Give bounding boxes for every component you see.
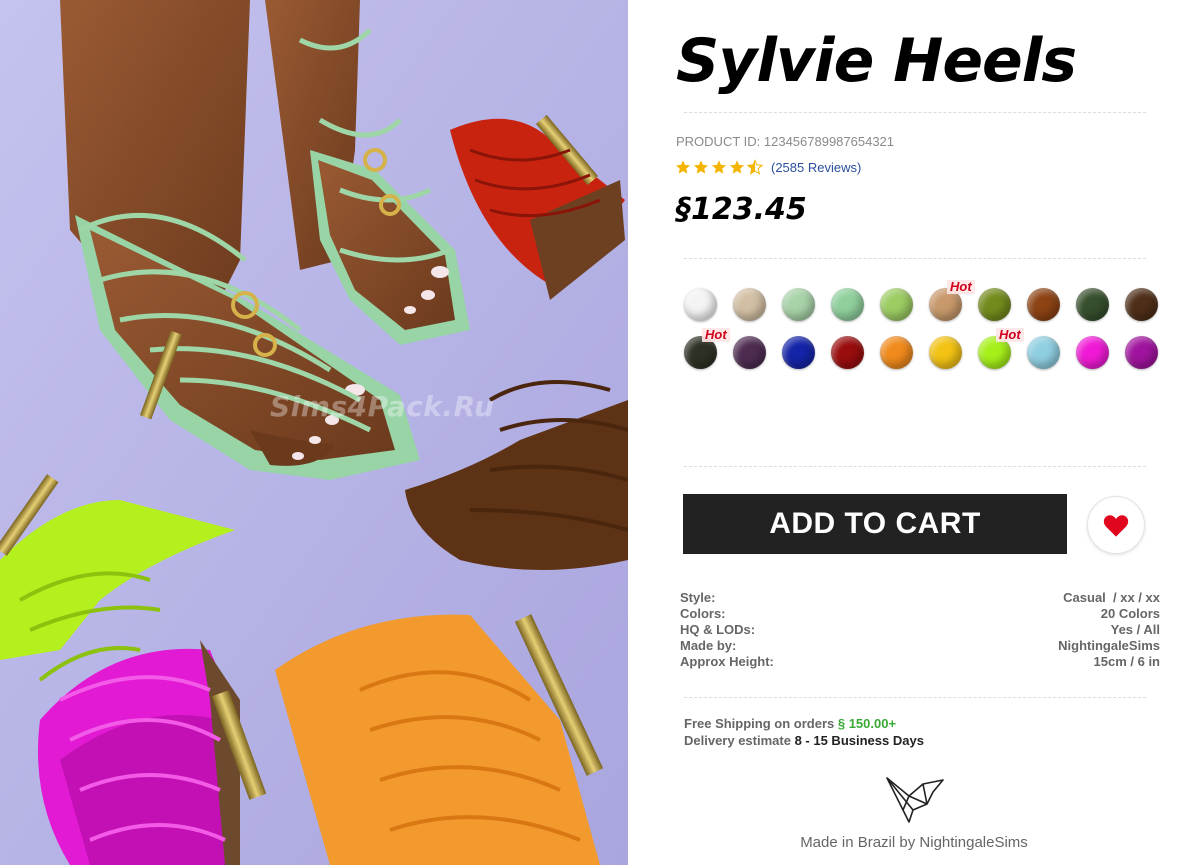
color-swatch[interactable]	[733, 336, 766, 369]
color-swatch[interactable]	[880, 336, 913, 369]
spec-value: Yes / All	[1110, 622, 1160, 637]
divider	[684, 697, 1146, 698]
spec-label: Made by:	[680, 638, 737, 653]
product-title: Sylvie Heels	[676, 26, 1077, 96]
image-watermark: Sims4Pack.Ru	[270, 390, 495, 423]
divider	[684, 466, 1146, 467]
spec-row: Colors: 20 Colors	[680, 606, 1160, 622]
color-swatch[interactable]: Hot	[684, 328, 730, 369]
hot-badge: Hot	[702, 328, 730, 342]
shipping-line: Free Shipping on orders § 150.00+	[684, 715, 924, 732]
color-swatch[interactable]	[684, 288, 717, 321]
spec-row: Style: Casual / xx / xx	[680, 590, 1160, 606]
star-icon	[711, 159, 727, 175]
color-swatch[interactable]	[831, 288, 864, 321]
spec-label: Style:	[680, 590, 716, 605]
add-to-cart-button[interactable]: ADD TO CART	[683, 494, 1067, 554]
product-illustration	[0, 0, 628, 865]
color-swatch[interactable]	[1027, 288, 1060, 321]
origami-bird-icon	[883, 774, 947, 831]
color-swatch[interactable]	[1076, 288, 1109, 321]
reviews-link[interactable]: (2585 Reviews)	[771, 160, 861, 175]
product-image: Sims4Pack.Ru	[0, 0, 628, 865]
divider	[684, 258, 1146, 259]
swatch-row: Hot Hot	[684, 328, 1164, 370]
heart-icon	[1103, 515, 1129, 537]
color-swatch[interactable]	[880, 288, 913, 321]
spec-label: HQ & LODs:	[680, 622, 756, 637]
spec-label: Approx Height:	[680, 654, 774, 669]
shipping-info: Free Shipping on orders § 150.00+ Delive…	[684, 715, 924, 749]
shipping-text: Free Shipping on orders	[684, 716, 838, 731]
spec-value: 20 Colors	[1100, 606, 1160, 621]
spec-value: 15cm / 6 in	[1093, 654, 1160, 669]
color-swatch[interactable]	[978, 288, 1011, 321]
spec-row: Approx Height: 15cm / 6 in	[680, 654, 1160, 670]
delivery-days: 8 - 15 Business Days	[794, 733, 924, 748]
spec-value: NightingaleSims	[1058, 638, 1160, 653]
rating: (2585 Reviews)	[675, 159, 861, 175]
color-swatch[interactable]	[1027, 336, 1060, 369]
product-details-panel: Sylvie Heels PRODUCT ID: 123456789987654…	[628, 0, 1200, 865]
color-swatch[interactable]	[1125, 288, 1158, 321]
price: §123.45	[676, 192, 807, 227]
spec-list: Style: Casual / xx / xx Colors: 20 Colors HQ…	[680, 590, 1160, 670]
color-swatch[interactable]	[831, 336, 864, 369]
hot-badge: Hot	[947, 280, 975, 294]
divider	[684, 112, 1146, 113]
color-swatch[interactable]	[1125, 336, 1158, 369]
color-swatch[interactable]	[782, 336, 815, 369]
spec-label: Colors:	[680, 606, 726, 621]
color-swatch[interactable]	[1076, 336, 1109, 369]
hot-badge: Hot	[996, 328, 1024, 342]
color-swatch[interactable]	[929, 336, 962, 369]
color-swatch[interactable]: Hot	[978, 328, 1024, 369]
delivery-line: Delivery estimate 8 - 15 Business Days	[684, 732, 924, 749]
star-icon	[675, 159, 691, 175]
spec-row: HQ & LODs: Yes / All	[680, 622, 1160, 638]
color-swatch[interactable]	[782, 288, 815, 321]
swatch-row: Hot	[684, 280, 1164, 322]
star-icon	[729, 159, 745, 175]
wishlist-button[interactable]	[1087, 496, 1145, 554]
color-swatch[interactable]: Hot	[929, 280, 975, 321]
footer-credit: Made in Brazil by NightingaleSims	[800, 834, 1028, 851]
half-star-icon	[746, 159, 764, 175]
color-swatches: Hot Hot Hot	[684, 280, 1164, 384]
product-id: PRODUCT ID: 123456789987654321	[676, 134, 895, 149]
spec-row: Made by: NightingaleSims	[680, 638, 1160, 654]
color-swatch[interactable]	[733, 288, 766, 321]
free-shipping-amount: § 150.00+	[837, 716, 897, 731]
delivery-text: Delivery estimate	[684, 733, 795, 748]
star-icon	[693, 159, 709, 175]
spec-value: Casual / xx / xx	[1063, 590, 1160, 605]
